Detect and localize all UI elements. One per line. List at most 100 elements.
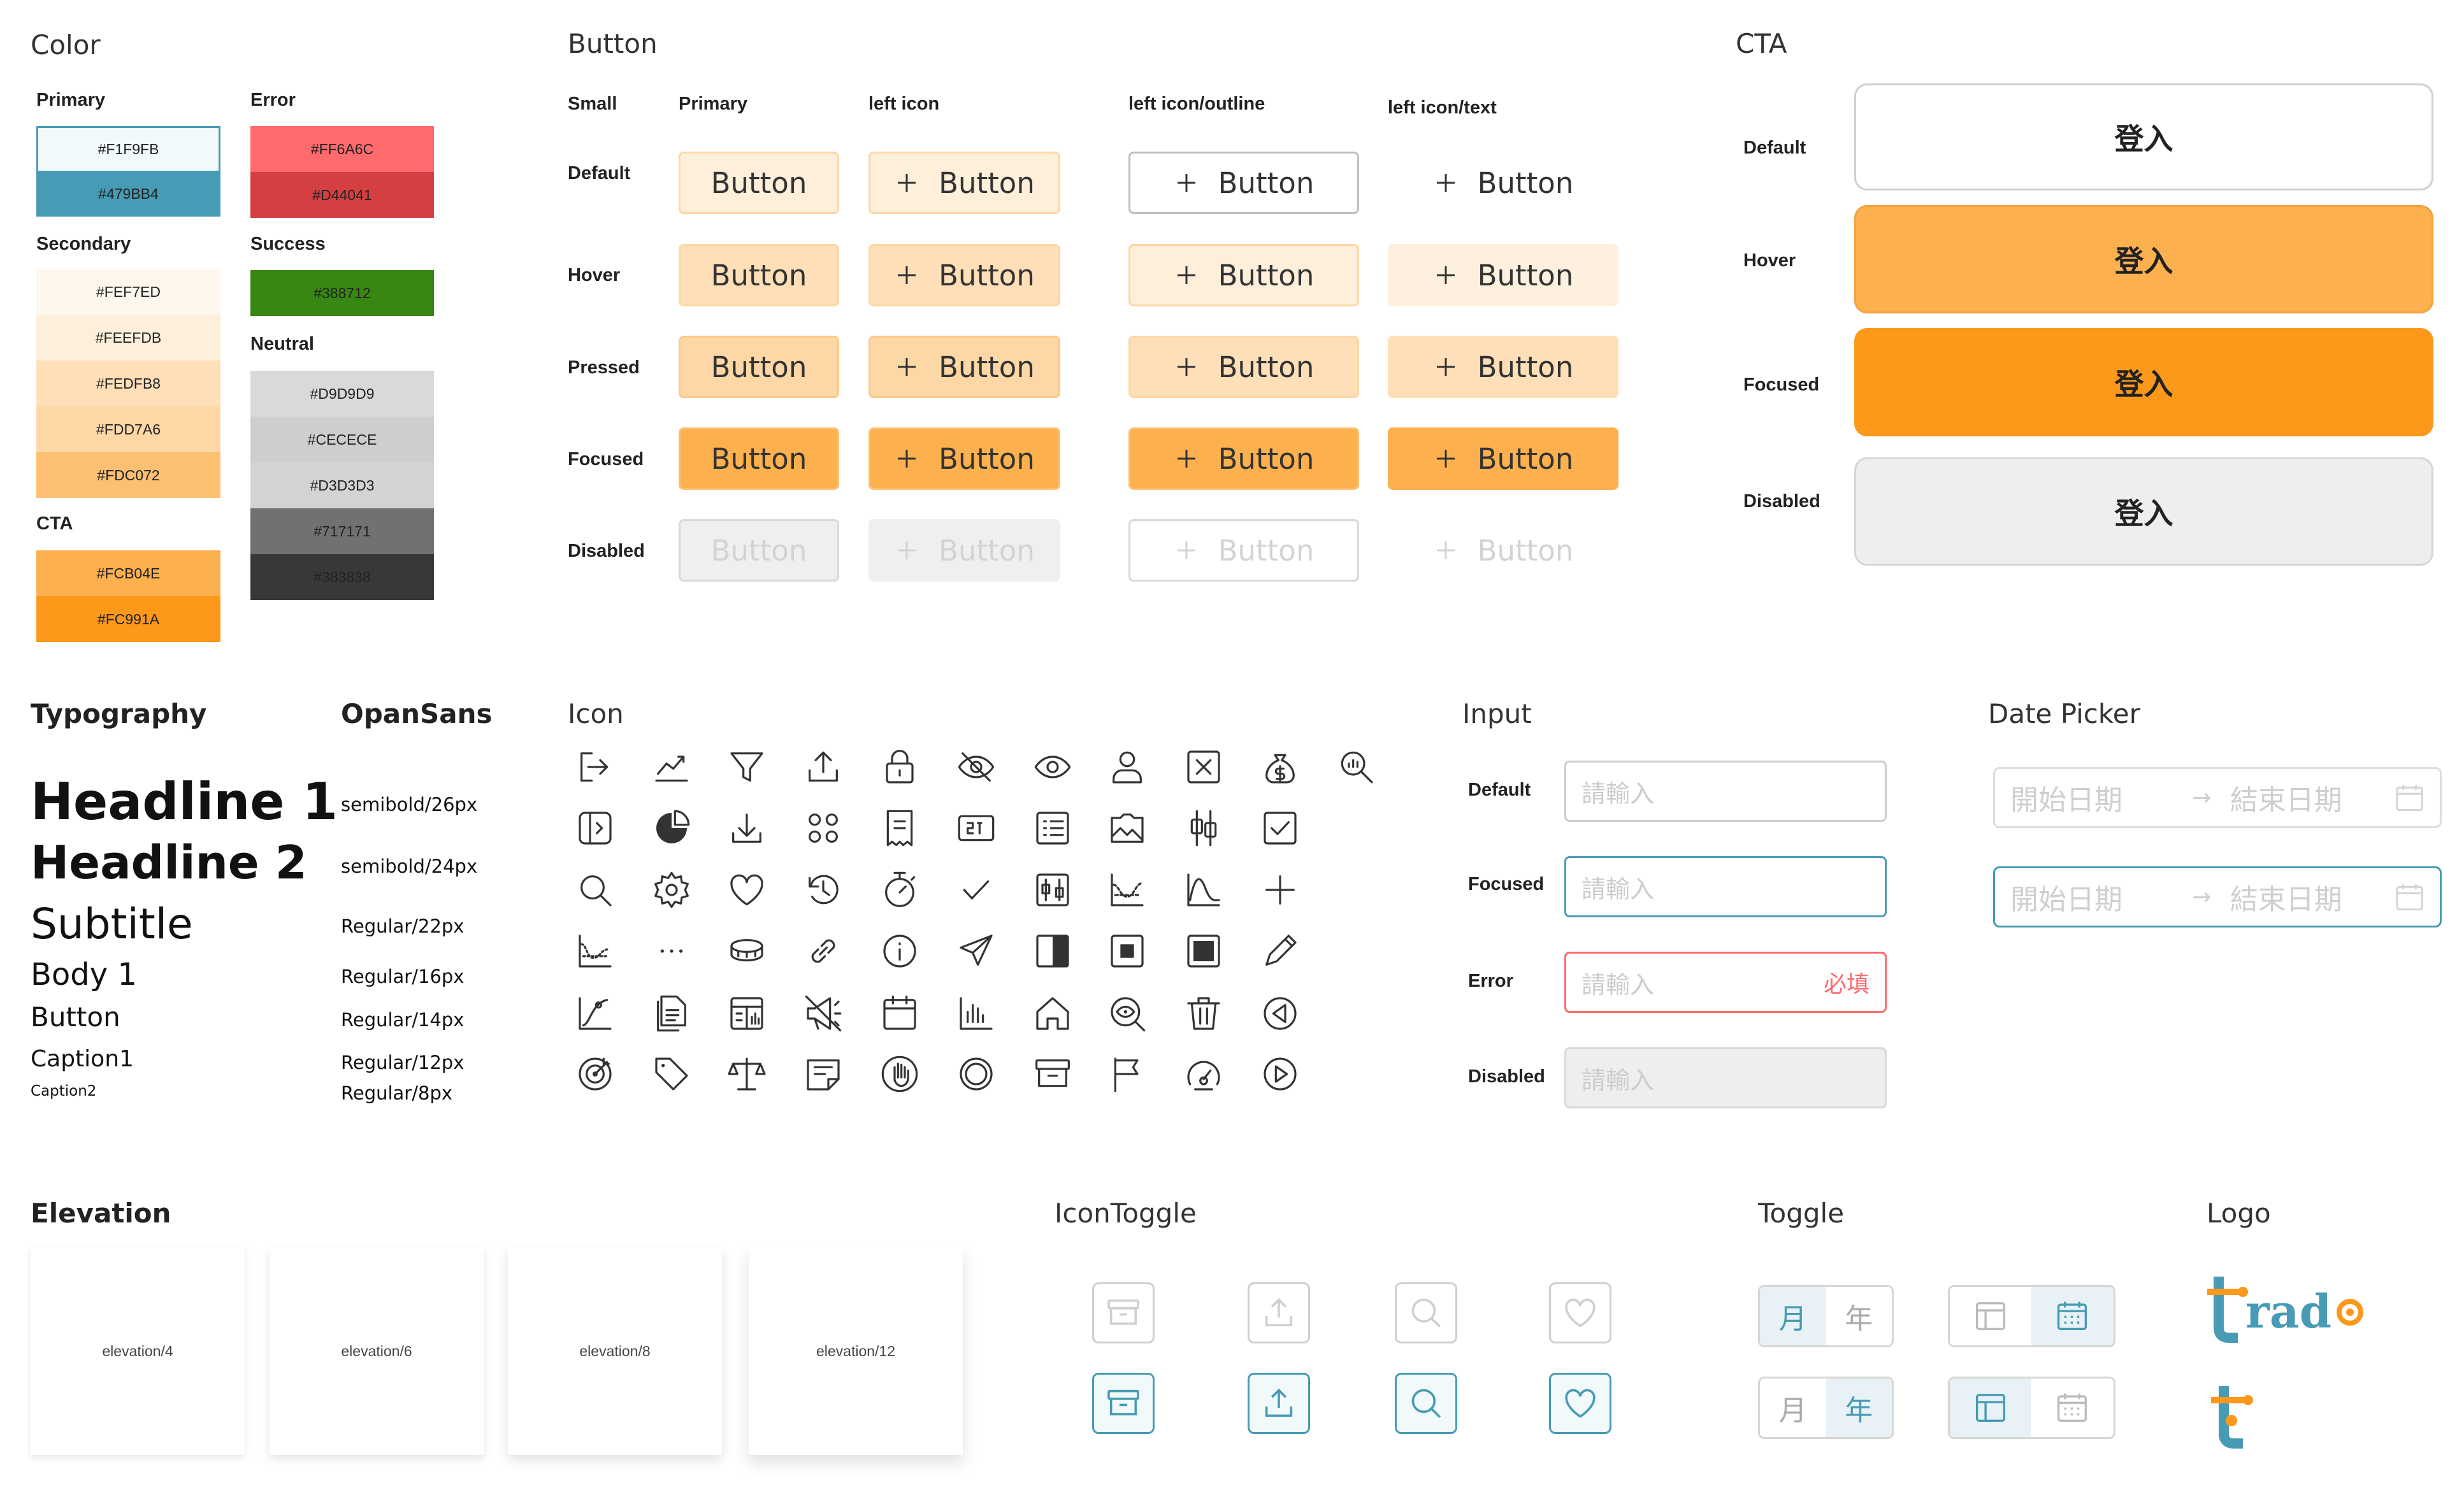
caption-1-spec: Regular/12px: [341, 1052, 465, 1073]
calendar-icon[interactable]: [2395, 782, 2424, 813]
text-button-focused[interactable]: Button: [1388, 427, 1618, 490]
cta-hover-label: Hover: [1743, 250, 1796, 271]
target-icon: [575, 1054, 616, 1094]
end-date-input[interactable]: 結束日期: [2230, 877, 2395, 917]
download-icon: [726, 808, 767, 849]
calendar-icon[interactable]: [2395, 882, 2424, 912]
eye-off-icon: [956, 747, 997, 787]
icontoggle-heart-off[interactable]: [1549, 1282, 1611, 1343]
range-arrow: →: [2192, 884, 2212, 910]
toggle-month-year-1[interactable]: 月 年: [1758, 1285, 1894, 1347]
plus-icon: [898, 541, 916, 559]
left-icon-button-disabled[interactable]: Button: [868, 519, 1060, 582]
plus-icon: [1177, 266, 1195, 284]
start-date-input[interactable]: 開始日期: [2010, 877, 2173, 917]
search-icon: [575, 870, 616, 910]
elevation-title: Elevation: [31, 1198, 171, 1229]
primary-button-pressed[interactable]: Button: [679, 336, 839, 398]
primary-button-default[interactable]: Button: [679, 152, 839, 214]
cta-button-focused[interactable]: 登入: [1854, 328, 2433, 436]
input-disabled-label: Disabled: [1468, 1066, 1545, 1087]
left-icon-button-default[interactable]: Button: [868, 152, 1060, 214]
input-default-field[interactable]: 請輸入: [1564, 761, 1887, 822]
send-icon: [956, 931, 997, 971]
upload-icon: [803, 747, 844, 787]
toggle-year[interactable]: 年: [1826, 1379, 1892, 1437]
outline-button-focused[interactable]: Button: [1128, 427, 1359, 490]
info-icon: [879, 931, 920, 971]
outline-button-hover[interactable]: Button: [1128, 244, 1359, 306]
icontoggle-heart-on[interactable]: [1549, 1373, 1611, 1434]
table-icon: [726, 993, 767, 1034]
icontoggle-search-off[interactable]: [1395, 1282, 1457, 1343]
datepicker-focused[interactable]: 開始日期 → 結束日期: [1993, 866, 2442, 927]
swatch-secondary-3: #FEDFB8: [36, 361, 220, 406]
headline-1-sample: Headline 1: [31, 772, 338, 831]
button-sample: Button: [31, 1001, 120, 1033]
input-title: Input: [1462, 698, 1532, 729]
circle-icon: [956, 1054, 997, 1094]
swatch-neutral-4: #717171: [250, 508, 434, 554]
text-button-disabled[interactable]: Button: [1388, 519, 1618, 582]
input-focused-field[interactable]: 請輸入: [1564, 856, 1887, 917]
cta-button-hover[interactable]: 登入: [1854, 205, 2433, 313]
icontoggle-archive-on[interactable]: [1092, 1373, 1155, 1434]
icontoggle-upload-on[interactable]: [1248, 1373, 1310, 1434]
stop-icon: [1107, 931, 1148, 971]
toggle-table-view[interactable]: [1950, 1287, 2031, 1345]
more-icon: [651, 931, 692, 971]
toggle-view-1[interactable]: [1948, 1285, 2115, 1347]
toggle-calendar-view[interactable]: [2031, 1287, 2114, 1345]
outline-button-pressed[interactable]: Button: [1128, 336, 1359, 398]
datepicker-default[interactable]: 開始日期 → 結束日期: [1993, 767, 2442, 828]
apps-icon: [803, 808, 844, 849]
input-default-label: Default: [1468, 780, 1531, 800]
half-square-icon: [1032, 931, 1073, 971]
left-icon-button-pressed[interactable]: Button: [868, 336, 1060, 398]
swatch-secondary-2: #FEEFDB: [36, 315, 220, 361]
logout-icon: [575, 747, 616, 787]
toggle-month[interactable]: 月: [1760, 1379, 1826, 1437]
end-date-input[interactable]: 結束日期: [2230, 777, 2395, 818]
trado-icon-mark: [2211, 1386, 2253, 1449]
primary-button-disabled[interactable]: Button: [679, 519, 839, 582]
swatch-cta-1: #FCB04E: [36, 550, 220, 596]
toggle-view-2[interactable]: [1948, 1377, 2115, 1439]
left-icon-button-hover[interactable]: Button: [868, 244, 1060, 306]
text-button-hover[interactable]: Button: [1388, 244, 1618, 306]
left-icon-button-focused[interactable]: Button: [868, 427, 1060, 490]
icontoggle-archive-off[interactable]: [1092, 1282, 1155, 1343]
curve-icon: [1183, 870, 1224, 910]
primary-button-hover[interactable]: Button: [679, 244, 839, 306]
toggle-month-year-2[interactable]: 月 年: [1758, 1377, 1894, 1439]
toggle-month[interactable]: 月: [1760, 1287, 1826, 1345]
start-date-input[interactable]: 開始日期: [2010, 777, 2173, 818]
swatch-cta-2: #FC991A: [36, 596, 220, 642]
color-title: Color: [31, 29, 101, 61]
icontoggle-upload-off[interactable]: [1248, 1282, 1310, 1343]
input-error-field[interactable]: 請輸入 必填: [1564, 952, 1887, 1013]
text-button-pressed[interactable]: Button: [1388, 336, 1618, 398]
primary-button-focused[interactable]: Button: [679, 427, 839, 490]
pie-icon: [651, 808, 692, 849]
outline-button-disabled[interactable]: Button: [1128, 519, 1359, 582]
headline-2-sample: Headline 2: [31, 836, 307, 889]
button-label: Button: [710, 166, 807, 200]
toggle-year[interactable]: 年: [1826, 1287, 1892, 1345]
button-title: Button: [568, 28, 658, 59]
note-icon: [803, 1054, 844, 1094]
toggle-table-view[interactable]: [1950, 1379, 2031, 1437]
swatch-secondary-1: #FEF7ED: [36, 269, 220, 315]
outline-button-default[interactable]: Button: [1128, 152, 1359, 214]
text-button-default[interactable]: Button: [1388, 152, 1618, 214]
icontoggle-search-on[interactable]: [1395, 1373, 1457, 1434]
cta-title: CTA: [1736, 28, 1787, 59]
toggle-calendar-view[interactable]: [2031, 1379, 2114, 1437]
swatch-primary-1: #F1F9FB: [36, 126, 220, 171]
document-icon: [651, 993, 692, 1034]
cta-button-disabled[interactable]: 登入: [1854, 457, 2433, 566]
list-icon: [1032, 808, 1073, 849]
code-box-icon: [956, 808, 997, 849]
cta-button-default[interactable]: 登入: [1854, 83, 2433, 190]
money-bag-icon: [1260, 747, 1300, 787]
